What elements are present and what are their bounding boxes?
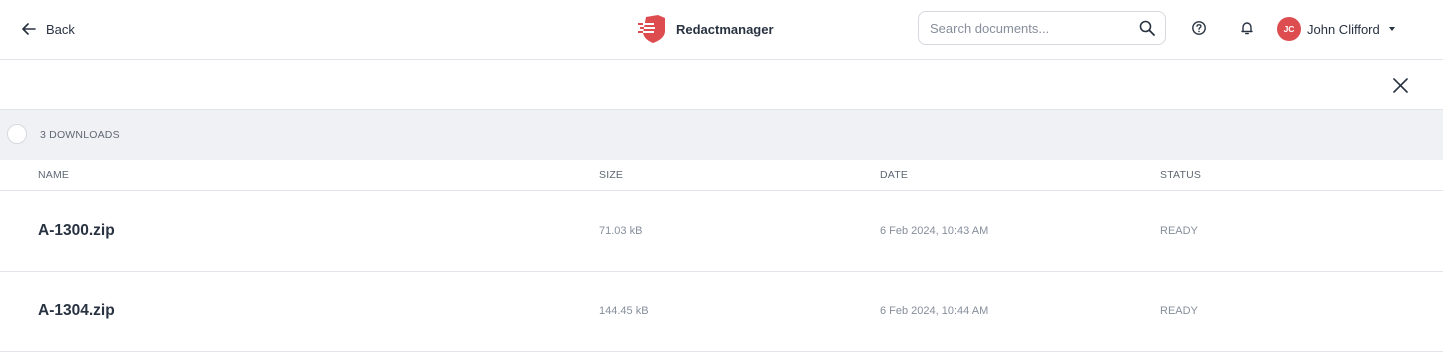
user-name: John Clifford: [1307, 21, 1380, 37]
app-name: Redactmanager: [676, 21, 774, 37]
file-date: 6 Feb 2024, 10:44 AM: [880, 305, 989, 317]
close-icon[interactable]: [1392, 77, 1409, 94]
column-header-name[interactable]: NAME: [38, 169, 69, 181]
top-navigation-bar: Back Redactmanager JC John Clifford: [0, 0, 1443, 60]
back-button[interactable]: Back: [22, 19, 75, 39]
arrow-left-icon: [22, 23, 36, 35]
select-all-checkbox[interactable]: [7, 124, 27, 144]
column-header-status[interactable]: STATUS: [1160, 169, 1201, 181]
table-row[interactable]: A-1300.zip 71.03 kB 6 Feb 2024, 10:43 AM…: [0, 191, 1443, 272]
help-icon[interactable]: [1190, 19, 1208, 37]
downloads-summary-bar: 3 DOWNLOADS: [0, 109, 1443, 160]
table-row[interactable]: A-1304.zip 144.45 kB 6 Feb 2024, 10:44 A…: [0, 271, 1443, 352]
search-input[interactable]: [919, 20, 1139, 36]
app-logo[interactable]: Redactmanager: [638, 14, 774, 44]
table-header: NAME SIZE DATE STATUS: [0, 160, 1443, 191]
search-icon[interactable]: [1139, 20, 1155, 36]
column-header-date[interactable]: DATE: [880, 169, 908, 181]
file-date: 6 Feb 2024, 10:43 AM: [880, 225, 989, 237]
bell-icon[interactable]: [1238, 19, 1256, 37]
column-header-size[interactable]: SIZE: [599, 169, 623, 181]
search-box: [918, 11, 1166, 45]
file-name: A-1304.zip: [38, 302, 115, 319]
file-size: 71.03 kB: [599, 225, 643, 237]
file-size: 144.45 kB: [599, 305, 649, 317]
file-name: A-1300.zip: [38, 222, 115, 239]
file-status: READY: [1160, 305, 1198, 317]
downloads-count: 3 DOWNLOADS: [40, 129, 120, 141]
file-status: READY: [1160, 225, 1198, 237]
redaction-logo-icon: [638, 15, 665, 43]
chevron-down-icon: [1388, 27, 1395, 31]
back-label: Back: [46, 21, 75, 37]
avatar: JC: [1277, 17, 1301, 41]
user-menu[interactable]: JC John Clifford: [1277, 17, 1395, 41]
